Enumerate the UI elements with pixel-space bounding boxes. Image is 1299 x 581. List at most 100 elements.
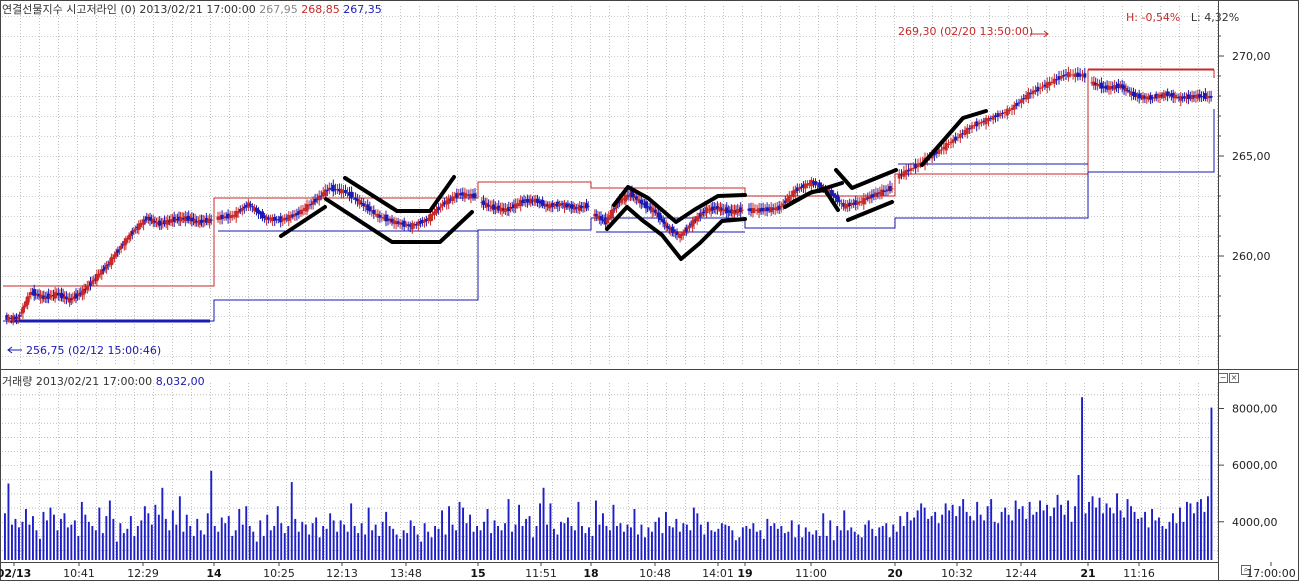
volume-bar [1070,521,1073,560]
volume-bar [381,521,384,560]
candle-body [85,285,89,290]
volume-bar [570,526,573,560]
volume-bar [913,517,916,560]
volume-bar [909,520,912,560]
volume-bar [4,513,6,560]
volume-bar [451,524,454,560]
candle-body [621,199,625,201]
candle-body [787,195,791,201]
volume-bar [231,535,234,560]
volume-bar [567,517,569,560]
volume-bar [266,514,269,560]
volume-bar [248,526,251,560]
volume-bar [591,535,594,560]
candle-body [248,204,252,206]
min-arrow [7,346,22,354]
candle-body [402,220,406,227]
candle-body [890,188,894,190]
volume-bar [434,526,436,560]
volume-bar [399,538,402,560]
volume-bar [1046,504,1048,560]
candle-body [358,200,362,205]
volume-bar [825,535,828,560]
volume-bar [311,523,314,560]
candle-body [92,279,96,282]
volume-bar [731,530,734,560]
volume-bar [241,524,244,560]
volume-bar [28,524,31,560]
volume-bar [126,528,129,560]
volume-bar [983,520,986,560]
volume-bar [315,517,318,560]
volume-bar [602,513,604,560]
volume-bar [920,503,923,560]
volume-bar [325,528,328,560]
volume-bar [713,531,716,560]
candle-body [653,209,657,213]
max-price-label: 269,30 (02/20 13:50:00) [898,25,1033,38]
volume-bar [105,516,108,560]
volume-bar [427,531,430,560]
volume-bar [532,537,534,560]
volume-bar [479,530,482,560]
candle-body [111,257,115,260]
volume-bar [1203,511,1206,560]
volume-bar [944,503,947,560]
price-tick-label: 270,00 [1232,50,1271,63]
candle-body [325,190,329,192]
volume-bar [598,524,601,560]
volume-bar [692,507,695,560]
volume-bar [129,516,132,560]
volume-bar [1193,513,1195,560]
day-label: 20 [887,567,903,580]
volume-bar [654,521,657,560]
time-label: 12:13 [326,567,358,580]
volume-bar [976,501,979,560]
volume-bar [164,518,167,560]
volume-bar [783,533,786,560]
volume-bar [157,514,160,560]
volume-bar [1137,518,1139,560]
volume-bar [458,501,461,560]
volume-bar [150,524,153,560]
candle-body [106,264,110,266]
volume-bar [101,533,104,560]
volume-bar [965,511,968,560]
level-lines [3,68,1215,323]
volume-bar [1053,507,1055,560]
candle-body [639,200,643,204]
volume-bars [4,397,1213,560]
volume-bar [98,507,101,560]
volume-bar [1189,503,1192,560]
volume-bar [514,524,517,560]
candle-body [586,205,590,207]
volume-bar [147,513,150,560]
volume-bar [46,520,48,560]
volume-bar [951,504,954,560]
volume-bar [535,526,538,560]
volume-bar [280,523,283,560]
volume-bar [336,531,339,560]
candle-body [1041,86,1044,88]
volume-bar [899,516,902,560]
volume-bar [18,527,20,560]
axis-labels: 270,00 265,00 260,00 8000,00 6000,00 4000,00 0… [0,25,1296,580]
volume-bar [385,511,388,560]
volume-bar [364,534,367,560]
volume-bar [623,531,625,560]
volume-bar [766,518,769,560]
candle-body [832,193,836,197]
volume-bar [357,533,360,560]
volume-bar [395,534,398,560]
candle-body [119,245,123,249]
hand-drawn-lines [279,109,988,261]
volume-bar [986,506,989,560]
volume-bar [392,528,395,560]
candle-body [864,199,868,200]
volume-bar [958,506,961,560]
day-label: 14 [206,567,222,580]
volume-bar [776,528,779,560]
volume-bar [1074,506,1076,560]
volume-bar [560,521,562,560]
volume-bar [738,537,741,560]
